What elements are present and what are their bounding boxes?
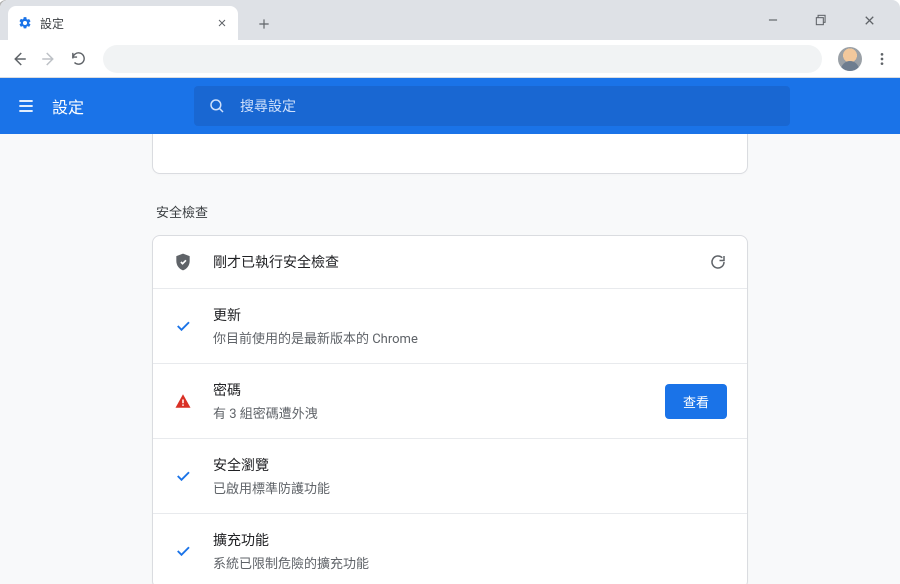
browser-toolbar: [0, 40, 900, 78]
shield-check-icon: [173, 252, 193, 272]
safety-check-header-row: 剛才已執行安全檢查: [153, 236, 747, 288]
profile-avatar[interactable]: [838, 47, 862, 71]
extensions-subtitle: 系統已限制危險的擴充功能: [213, 553, 727, 572]
new-tab-button[interactable]: [250, 10, 278, 38]
browser-tab[interactable]: 設定: [8, 6, 238, 40]
nav-forward-icon: [40, 50, 58, 68]
safety-check-passwords-row[interactable]: 密碼 有 3 組密碼遭外洩 查看: [153, 363, 747, 438]
safebrowsing-title: 安全瀏覽: [213, 455, 727, 475]
window-controls: [766, 0, 900, 40]
safety-check-extensions-row[interactable]: 擴充功能 系統已限制危險的擴充功能: [153, 513, 747, 584]
settings-content: 安全檢查 剛才已執行安全檢查: [0, 134, 900, 584]
app-header: 設定: [0, 78, 900, 134]
nav-back-icon[interactable]: [10, 50, 28, 68]
updates-subtitle: 你目前使用的是最新版本的 Chrome: [213, 328, 727, 347]
safety-check-safebrowsing-row[interactable]: 安全瀏覽 已啟用標準防護功能: [153, 438, 747, 513]
safety-check-header-title: 剛才已執行安全檢查: [213, 252, 689, 272]
updates-title: 更新: [213, 305, 727, 325]
warning-icon: [173, 392, 193, 410]
safety-check-card: 剛才已執行安全檢查 更新 你目前使用的是最新版本的 Chrome: [152, 235, 748, 584]
hamburger-icon[interactable]: [16, 96, 36, 116]
section-title-safety-check: 安全檢查: [156, 202, 748, 221]
search-icon: [208, 97, 226, 115]
tab-title: 設定: [40, 15, 208, 32]
app-title: 設定: [52, 94, 84, 118]
passwords-subtitle: 有 3 組密碼遭外洩: [213, 403, 645, 422]
check-icon: [173, 317, 193, 335]
browser-menu-icon[interactable]: [874, 51, 890, 67]
omnibox[interactable]: [103, 45, 822, 73]
close-tab-icon[interactable]: [216, 17, 228, 29]
close-window-icon[interactable]: [862, 13, 892, 28]
gear-icon: [18, 16, 32, 30]
previous-section-tail: [152, 134, 748, 174]
view-passwords-button[interactable]: 查看: [665, 384, 727, 419]
check-icon: [173, 467, 193, 485]
safety-check-updates-row[interactable]: 更新 你目前使用的是最新版本的 Chrome: [153, 288, 747, 363]
tab-strip: 設定: [0, 0, 900, 40]
safebrowsing-subtitle: 已啟用標準防護功能: [213, 478, 727, 497]
search-input[interactable]: [240, 98, 776, 114]
passwords-title: 密碼: [213, 380, 645, 400]
minimize-icon[interactable]: [766, 13, 796, 27]
rerun-safety-check-button[interactable]: [709, 253, 727, 271]
restore-icon[interactable]: [814, 13, 844, 27]
extensions-title: 擴充功能: [213, 530, 727, 550]
check-icon: [173, 542, 193, 560]
reload-icon[interactable]: [70, 50, 87, 67]
search-settings[interactable]: [194, 86, 790, 126]
